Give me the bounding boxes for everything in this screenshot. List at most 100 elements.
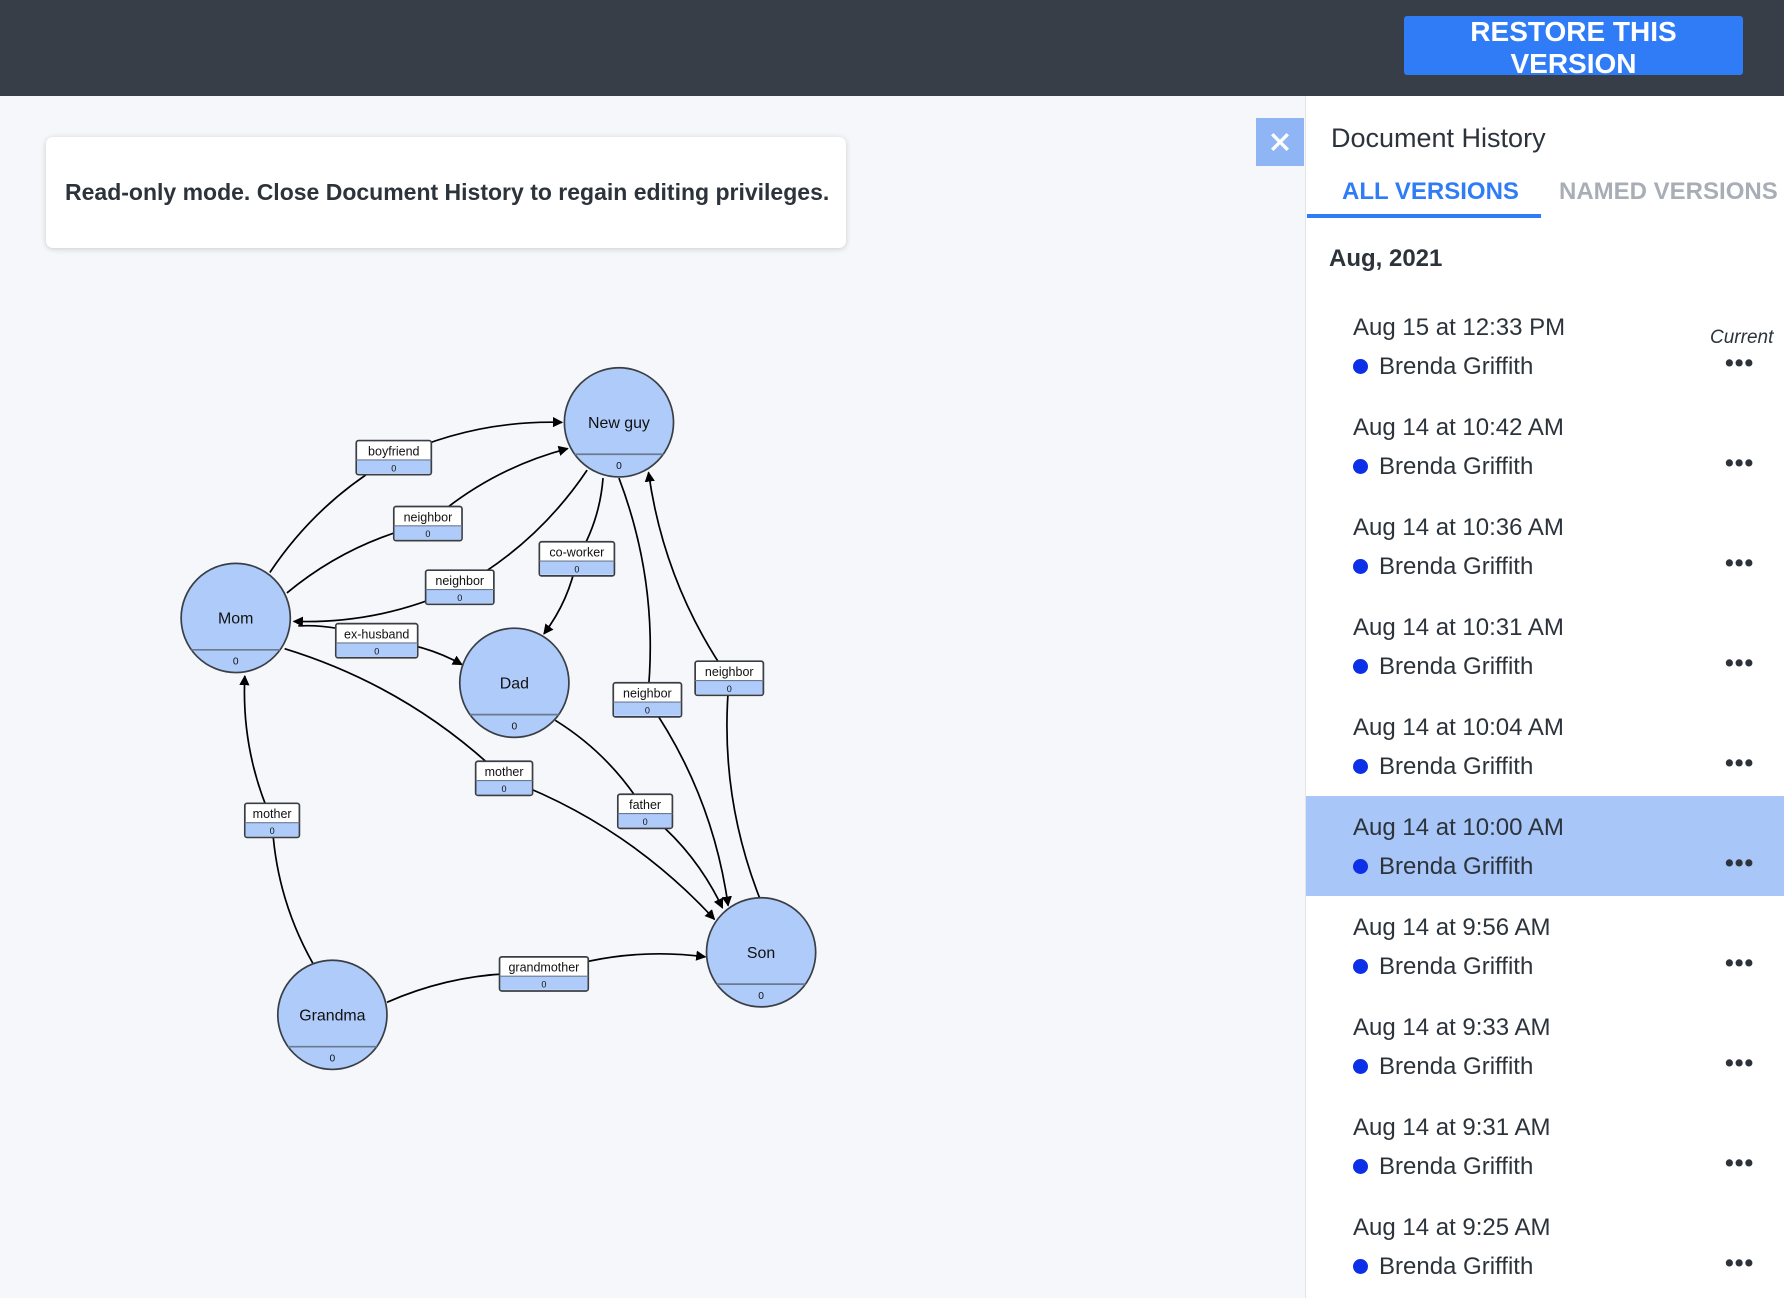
author-color-dot xyxy=(1353,1159,1368,1174)
node-label: New guy xyxy=(588,415,650,432)
version-entry[interactable]: Aug 14 at 9:56 AM Brenda Griffith ••• xyxy=(1306,896,1784,996)
tab-named-versions[interactable]: NAMED VERSIONS xyxy=(1559,178,1778,206)
edge-label-text: mother xyxy=(485,765,524,779)
node-dad[interactable]: Dad 0 xyxy=(458,627,570,739)
edge-count: 0 xyxy=(391,463,396,473)
top-toolbar: RESTORE THIS VERSION xyxy=(0,0,1784,96)
version-entry[interactable]: Aug 14 at 10:42 AM Brenda Griffith ••• xyxy=(1306,396,1784,496)
edge-count: 0 xyxy=(541,980,546,990)
author-color-dot xyxy=(1353,959,1368,974)
version-entry[interactable]: Aug 14 at 10:04 AM Brenda Griffith ••• xyxy=(1306,696,1784,796)
version-entry[interactable]: Aug 14 at 10:36 AM Brenda Griffith ••• xyxy=(1306,496,1784,596)
version-time: Aug 14 at 10:31 AM xyxy=(1353,614,1564,641)
author-color-dot xyxy=(1353,1259,1368,1274)
edge-label-text: neighbor xyxy=(705,665,754,679)
node-newguy[interactable]: New guy 0 xyxy=(563,366,675,478)
graph-diagram: New guy0Mom0Dad0Son0Grandma0 boyfriend0n… xyxy=(180,366,817,1071)
author-color-dot xyxy=(1353,1059,1368,1074)
more-options-button[interactable]: ••• xyxy=(1725,449,1754,478)
version-entry[interactable]: Aug 14 at 9:33 AM Brenda Griffith ••• xyxy=(1306,996,1784,1096)
close-history-button[interactable] xyxy=(1256,118,1304,166)
edge-label-text: neighbor xyxy=(435,574,484,588)
version-author: Brenda Griffith xyxy=(1379,1053,1534,1080)
node-grandma[interactable]: Grandma 0 xyxy=(276,959,388,1071)
version-entry[interactable]: Aug 15 at 12:33 PM Brenda Griffith Curre… xyxy=(1306,296,1784,396)
node-mom[interactable]: Mom 0 xyxy=(180,562,292,674)
edge-label[interactable]: boyfriend 0 xyxy=(355,439,433,476)
edge-count: 0 xyxy=(645,705,650,715)
version-entry[interactable]: Aug 14 at 10:31 AM Brenda Griffith ••• xyxy=(1306,596,1784,696)
node-count: 0 xyxy=(233,657,239,668)
edge-count: 0 xyxy=(457,593,462,603)
more-options-button[interactable]: ••• xyxy=(1725,549,1754,578)
more-options-button[interactable]: ••• xyxy=(1725,749,1754,778)
node-count: 0 xyxy=(330,1053,336,1064)
edge-label-text: ex-husband xyxy=(344,627,409,641)
author-color-dot xyxy=(1353,559,1368,574)
node-label: Mom xyxy=(218,611,253,628)
author-color-dot xyxy=(1353,459,1368,474)
node-count: 0 xyxy=(758,991,764,1002)
edge-label[interactable]: neighbor 0 xyxy=(392,505,463,542)
more-options-button[interactable]: ••• xyxy=(1725,1149,1754,1178)
edge-label[interactable]: neighbor 0 xyxy=(424,569,495,606)
more-options-button[interactable]: ••• xyxy=(1725,1249,1754,1278)
version-author: Brenda Griffith xyxy=(1379,953,1534,980)
author-color-dot xyxy=(1353,759,1368,774)
version-author: Brenda Griffith xyxy=(1379,553,1534,580)
version-author: Brenda Griffith xyxy=(1379,853,1534,880)
edge-count: 0 xyxy=(270,826,275,836)
edge-count: 0 xyxy=(502,784,507,794)
tab-all-versions[interactable]: ALL VERSIONS xyxy=(1342,178,1519,206)
edge-count: 0 xyxy=(425,529,430,539)
node-son[interactable]: Son 0 xyxy=(705,896,817,1008)
more-options-button[interactable]: ••• xyxy=(1725,949,1754,978)
version-author: Brenda Griffith xyxy=(1379,1253,1534,1280)
more-options-button[interactable]: ••• xyxy=(1725,849,1754,878)
node-label: Dad xyxy=(500,675,529,692)
version-time: Aug 14 at 9:31 AM xyxy=(1353,1114,1551,1141)
version-time: Aug 14 at 10:42 AM xyxy=(1353,414,1564,441)
version-author: Brenda Griffith xyxy=(1379,453,1534,480)
version-author: Brenda Griffith xyxy=(1379,353,1534,380)
edge-label[interactable]: neighbor 0 xyxy=(694,660,765,697)
edge-label[interactable]: father 0 xyxy=(616,793,674,830)
more-options-button[interactable]: ••• xyxy=(1725,649,1754,678)
panel-title: Document History xyxy=(1331,123,1546,153)
close-icon xyxy=(1271,133,1289,151)
version-time: Aug 14 at 10:00 AM xyxy=(1353,814,1564,841)
edge-count: 0 xyxy=(374,646,379,656)
author-color-dot xyxy=(1353,659,1368,674)
edge-label[interactable]: mother 0 xyxy=(474,760,534,797)
edge-label-text: neighbor xyxy=(404,510,453,524)
node-label: Son xyxy=(747,945,775,962)
restore-version-button[interactable]: RESTORE THIS VERSION xyxy=(1404,16,1743,79)
more-options-button[interactable]: ••• xyxy=(1725,1049,1754,1078)
version-time: Aug 14 at 10:04 AM xyxy=(1353,714,1564,741)
author-color-dot xyxy=(1353,859,1368,874)
canvas-area: Read-only mode. Close Document History t… xyxy=(0,96,1305,1298)
node-count: 0 xyxy=(511,721,517,732)
more-options-button[interactable]: ••• xyxy=(1725,349,1754,378)
version-entry[interactable]: Aug 14 at 9:31 AM Brenda Griffith ••• xyxy=(1306,1096,1784,1196)
edge-label[interactable]: co-worker 0 xyxy=(538,540,616,577)
version-entry[interactable]: Aug 14 at 10:00 AM Brenda Griffith ••• xyxy=(1306,796,1784,896)
edge-label[interactable]: ex-husband 0 xyxy=(334,622,419,659)
month-heading: Aug, 2021 xyxy=(1329,245,1443,272)
edge-label-text: father xyxy=(629,798,661,812)
version-author: Brenda Griffith xyxy=(1379,653,1534,680)
version-time: Aug 14 at 9:33 AM xyxy=(1353,1014,1551,1041)
edge-label[interactable]: mother 0 xyxy=(243,802,301,839)
version-time: Aug 15 at 12:33 PM xyxy=(1353,314,1566,341)
version-author: Brenda Griffith xyxy=(1379,753,1534,780)
document-history-panel: Document History ALL VERSIONS NAMED VERS… xyxy=(1305,96,1784,1298)
edge-label-text: neighbor xyxy=(623,687,672,701)
edge-label[interactable]: grandmother 0 xyxy=(498,955,590,992)
version-time: Aug 14 at 9:25 AM xyxy=(1353,1214,1551,1241)
author-color-dot xyxy=(1353,359,1368,374)
version-entry[interactable]: Aug 14 at 9:25 AM Brenda Griffith ••• xyxy=(1306,1196,1784,1296)
edge-label[interactable]: neighbor 0 xyxy=(612,681,683,718)
edge-label-text: grandmother xyxy=(508,961,579,975)
edge-count: 0 xyxy=(727,684,732,694)
version-time: Aug 14 at 9:56 AM xyxy=(1353,914,1551,941)
